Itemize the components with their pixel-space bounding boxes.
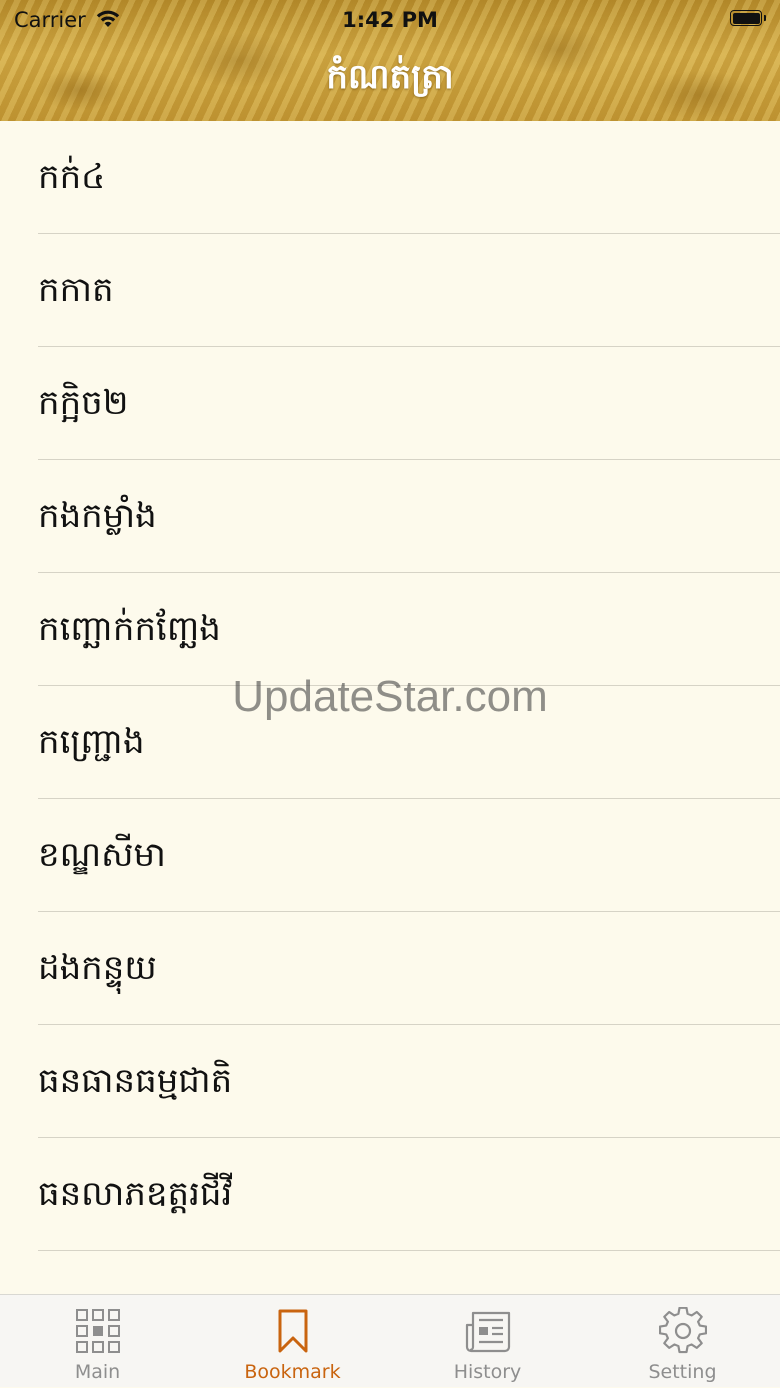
list-item[interactable]: ធនធានធម្មជាតិ <box>0 1025 780 1138</box>
tab-label: History <box>453 1361 522 1383</box>
gear-icon <box>659 1307 707 1354</box>
header: Carrier 1:42 PM កំណត់ត្រា <box>0 0 780 121</box>
list-item[interactable]: កកាត <box>0 234 780 347</box>
list-item-label: កញ្ឆោក់កញ្ឆែង <box>38 609 221 649</box>
list-item[interactable]: ខណ្ឌសីមា <box>0 799 780 912</box>
battery-icon <box>730 10 766 28</box>
list-item[interactable]: កងកម្លាំង <box>0 460 780 573</box>
list-item-label: ដងកន្ទុយ <box>38 948 157 988</box>
list-item[interactable]: កក្អិច២ <box>0 347 780 460</box>
tab-setting[interactable]: Setting <box>585 1295 780 1388</box>
list-item-label: ធនលាភឧត្តរជីវី <box>38 1174 233 1214</box>
tab-label: Setting <box>648 1361 717 1383</box>
list-item[interactable]: ដងកន្ទុយ <box>0 912 780 1025</box>
page-title: កំណត់ត្រា <box>326 57 454 97</box>
tab-label: Bookmark <box>244 1361 341 1383</box>
separator <box>38 1250 780 1251</box>
grid-icon <box>76 1309 120 1353</box>
list-item-label: ខណ្ឌសីមា <box>38 835 166 875</box>
tab-main[interactable]: Main <box>0 1295 195 1388</box>
list-item-label: កក្អិច២ <box>38 383 129 423</box>
list-item[interactable]: ធនលាភឧត្តរជីវី <box>0 1138 780 1251</box>
bookmark-icon <box>278 1309 308 1353</box>
list-item-label: កងកម្លាំង <box>38 496 157 536</box>
tab-bookmark[interactable]: Bookmark <box>195 1295 390 1388</box>
list-item-label: ធនធានធម្មជាតិ <box>38 1061 233 1101</box>
tab-label: Main <box>74 1361 121 1383</box>
clock: 1:42 PM <box>342 8 438 32</box>
list-item-label: កកាត <box>38 270 114 310</box>
watermark: UpdateStar.com <box>232 672 548 721</box>
tab-bar: Main Bookmark History Setting <box>0 1294 780 1387</box>
list-item[interactable]: កញ្ឆោក់កញ្ឆែង <box>0 573 780 686</box>
status-bar: Carrier 1:42 PM <box>0 0 780 40</box>
tab-history[interactable]: History <box>390 1295 585 1388</box>
list-item-label: កក់៤ <box>38 157 106 197</box>
newspaper-icon <box>465 1311 511 1353</box>
list-item[interactable]: កក់៤ <box>0 121 780 234</box>
